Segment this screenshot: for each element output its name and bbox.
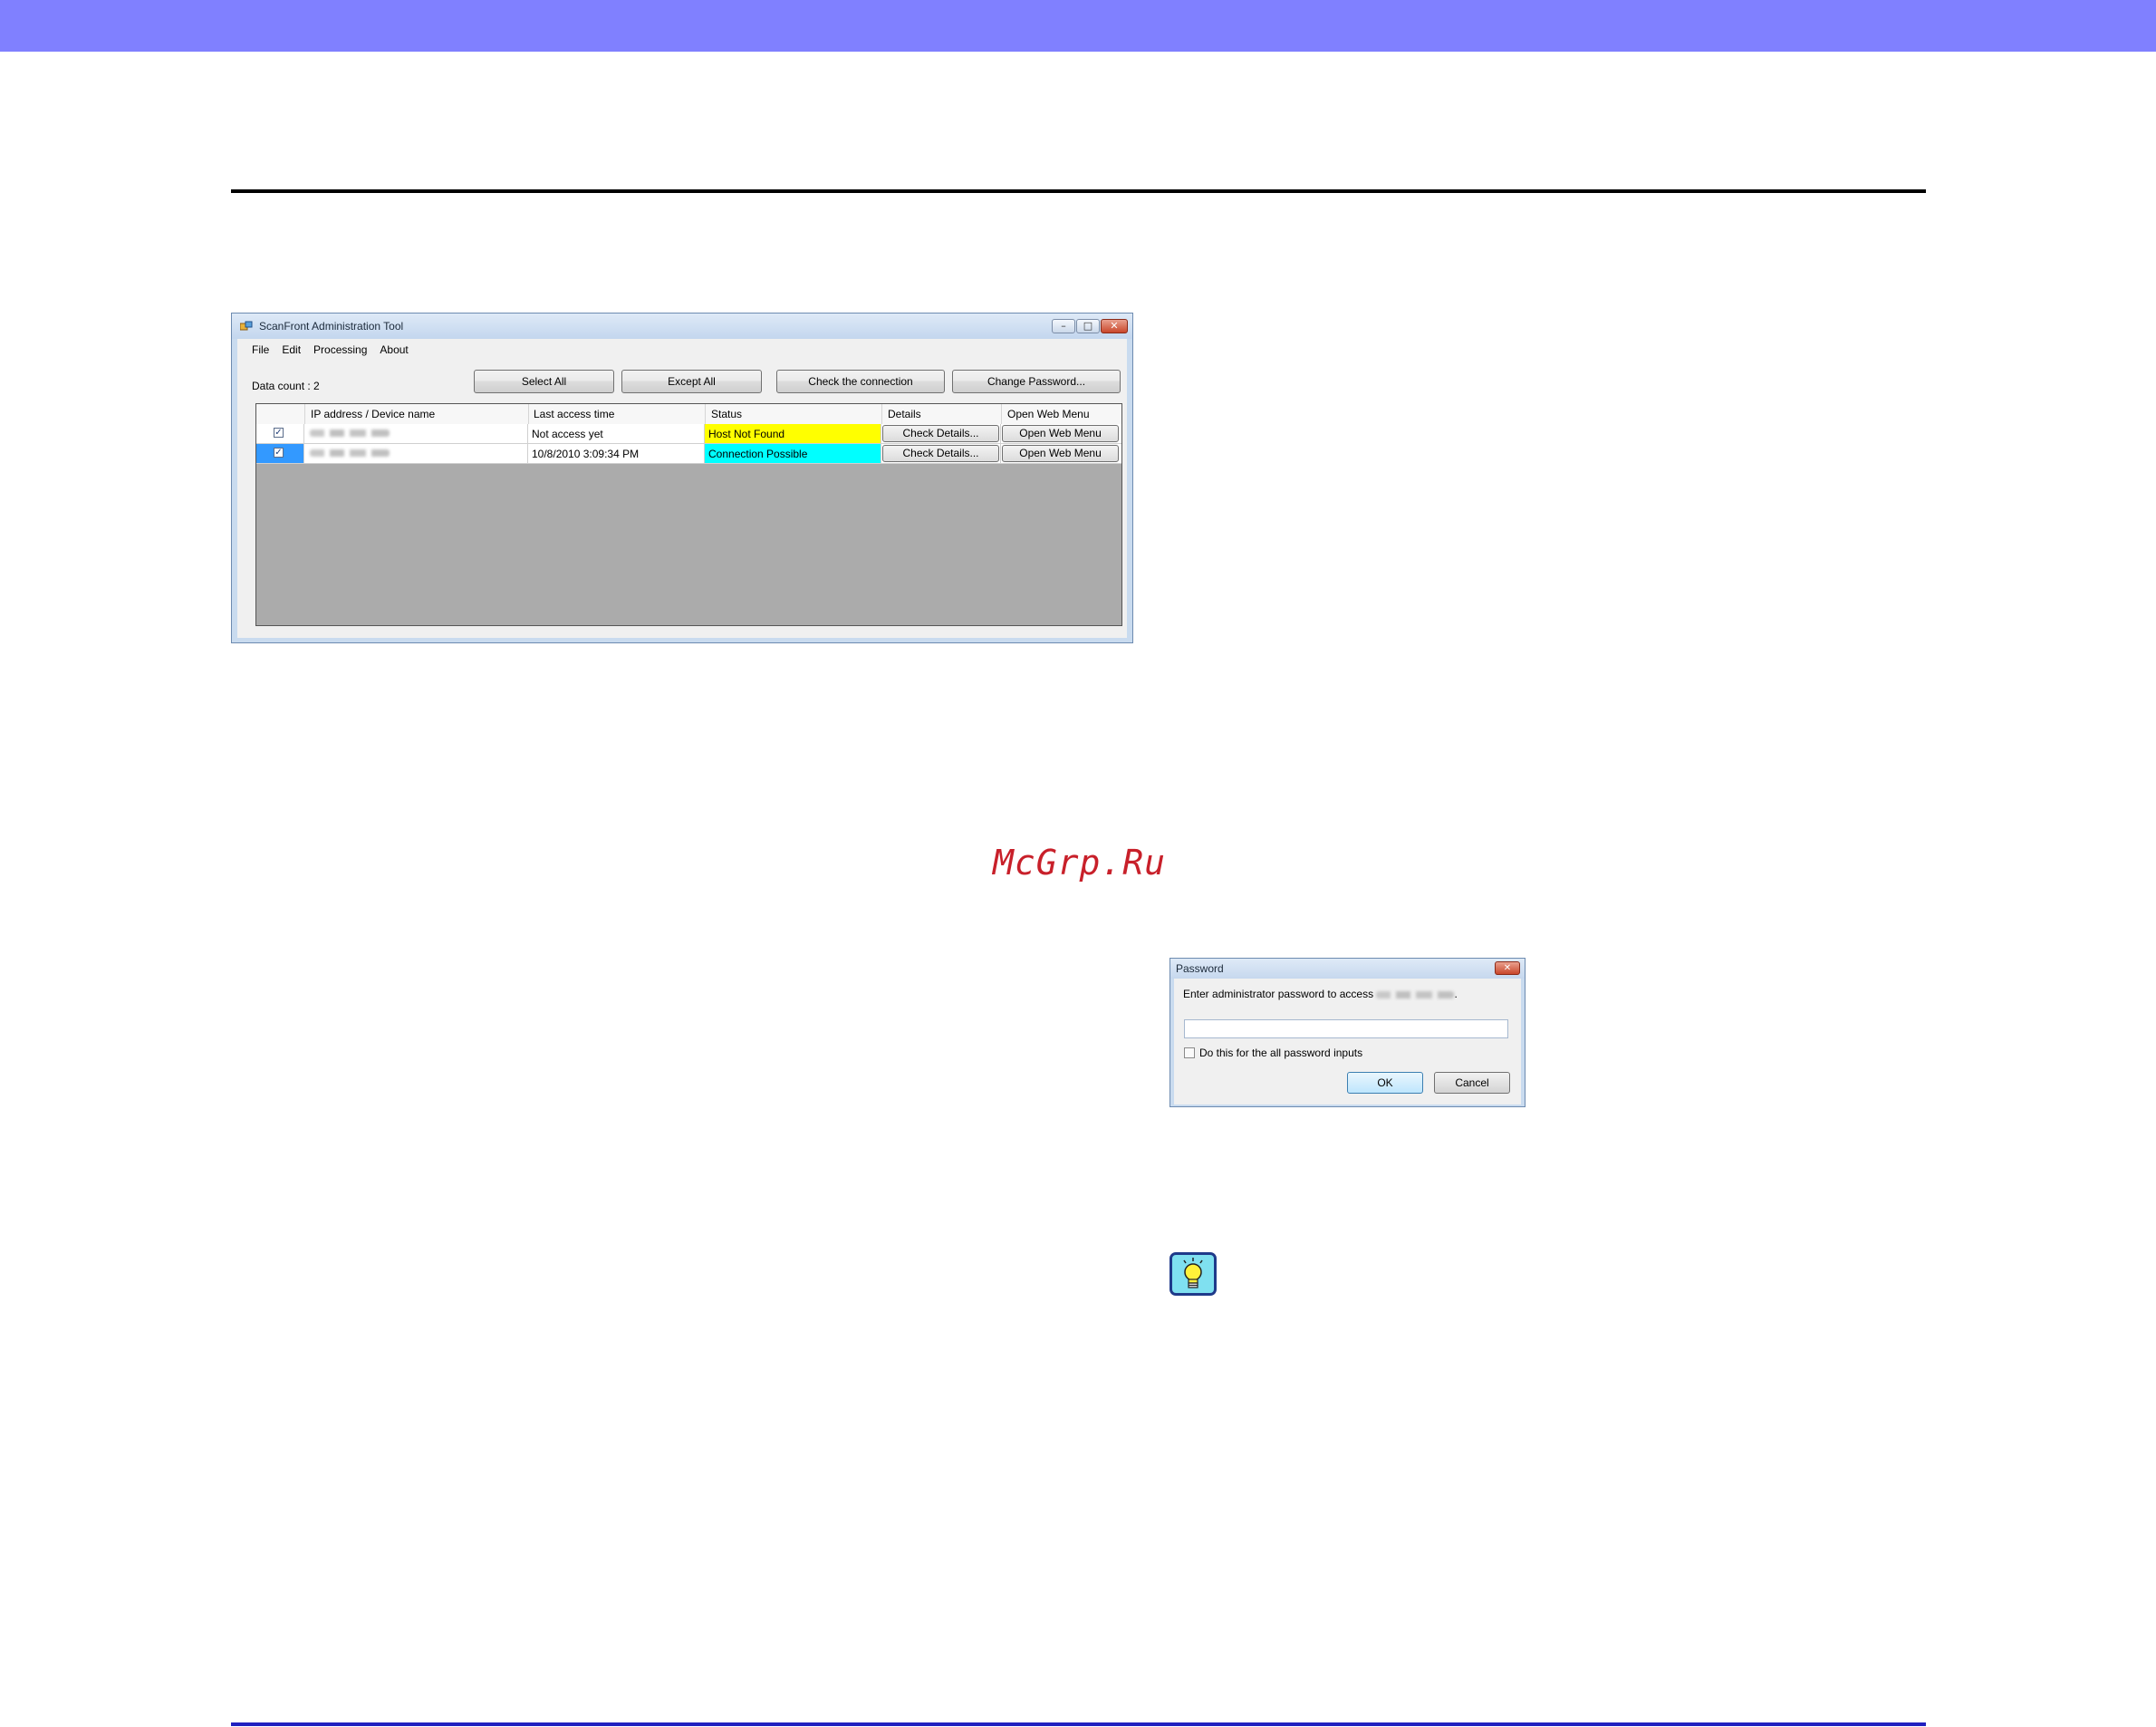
- web-menu-cell: Open Web Menu: [1001, 444, 1121, 463]
- ip-cell: [304, 444, 528, 463]
- prompt-text: Enter administrator password to access: [1183, 988, 1374, 1000]
- dialog-prompt: Enter administrator password to access .: [1183, 988, 1458, 1000]
- last-access-cell: Not access yet: [528, 424, 705, 443]
- password-input[interactable]: [1184, 1019, 1508, 1038]
- menu-bar: File Edit Processing About: [237, 339, 1127, 359]
- data-count-label: Data count : 2: [252, 380, 320, 392]
- row-checkbox[interactable]: ✓: [274, 428, 284, 438]
- window-client: File Edit Processing About Data count : …: [237, 339, 1127, 638]
- lightbulb-hint-icon: [1169, 1252, 1217, 1296]
- dialog-titlebar[interactable]: Password ✕: [1170, 959, 1525, 979]
- prompt-suffix: .: [1454, 988, 1458, 1000]
- except-all-button[interactable]: Except All: [621, 370, 762, 393]
- column-divider: [1001, 404, 1002, 424]
- column-divider: [705, 404, 706, 424]
- redacted-ip: [310, 429, 390, 437]
- dialog-title: Password: [1176, 962, 1224, 975]
- row-checkbox[interactable]: ✓: [274, 448, 284, 458]
- menu-about[interactable]: About: [380, 339, 408, 359]
- status-value: Host Not Found: [708, 428, 785, 440]
- checkbox-cell[interactable]: ✓: [256, 424, 304, 443]
- close-icon: ✕: [1110, 320, 1119, 332]
- check-connection-button[interactable]: Check the connection: [776, 370, 945, 393]
- app-icon: [240, 321, 253, 331]
- grid-header: IP address / Device name Last access tim…: [256, 404, 1121, 425]
- checkbox-cell[interactable]: ✓: [256, 444, 304, 463]
- column-header-details[interactable]: Details: [888, 408, 921, 420]
- header-band: [0, 0, 2156, 52]
- redacted-ip: [1376, 990, 1455, 999]
- ip-cell: [304, 424, 528, 443]
- last-access-value: 10/8/2010 3:09:34 PM: [532, 448, 640, 460]
- watermark-text: McGrp.Ru: [993, 843, 1167, 883]
- table-row[interactable]: ✓ 10/8/2010 3:09:34 PM Connection Possib…: [256, 444, 1121, 464]
- select-all-button[interactable]: Select All: [474, 370, 614, 393]
- column-header-last-access[interactable]: Last access time: [534, 408, 614, 420]
- maximize-icon: □: [1083, 320, 1093, 332]
- column-header-ip[interactable]: IP address / Device name: [311, 408, 435, 420]
- web-menu-cell: Open Web Menu: [1001, 424, 1121, 443]
- scanfront-admin-window: ScanFront Administration Tool – □ ✕ File…: [231, 313, 1133, 643]
- column-header-status[interactable]: Status: [711, 408, 742, 420]
- footer-rule: [231, 1722, 1926, 1726]
- status-value: Connection Possible: [708, 448, 808, 460]
- apply-all-checkbox[interactable]: [1184, 1047, 1195, 1058]
- apply-all-checkbox-label[interactable]: Do this for the all password inputs: [1199, 1047, 1362, 1059]
- window-titlebar[interactable]: ScanFront Administration Tool – □ ✕: [232, 314, 1132, 339]
- maximize-button[interactable]: □: [1076, 319, 1100, 333]
- last-access-cell: 10/8/2010 3:09:34 PM: [528, 444, 705, 463]
- password-dialog: Password ✕ Enter administrator password …: [1169, 958, 1526, 1107]
- menu-file[interactable]: File: [252, 339, 269, 359]
- close-icon: ✕: [1503, 963, 1512, 973]
- column-header-web-menu[interactable]: Open Web Menu: [1007, 408, 1090, 420]
- cancel-button[interactable]: Cancel: [1434, 1072, 1510, 1094]
- check-details-button[interactable]: Check Details...: [882, 445, 999, 462]
- last-access-value: Not access yet: [532, 428, 603, 440]
- device-grid: IP address / Device name Last access tim…: [255, 403, 1122, 626]
- close-button[interactable]: ✕: [1101, 319, 1128, 333]
- status-cell: Host Not Found: [705, 424, 881, 443]
- table-row[interactable]: ✓ Not access yet Host Not Found Check De…: [256, 424, 1121, 444]
- section-rule: [231, 189, 1926, 193]
- column-divider: [881, 404, 882, 424]
- menu-processing[interactable]: Processing: [313, 339, 367, 359]
- details-cell: Check Details...: [881, 444, 1001, 463]
- menu-edit[interactable]: Edit: [282, 339, 301, 359]
- ok-button[interactable]: OK: [1347, 1072, 1423, 1094]
- open-web-menu-button[interactable]: Open Web Menu: [1002, 425, 1119, 442]
- lightbulb-icon: [1183, 1258, 1203, 1288]
- minimize-icon: –: [1061, 320, 1066, 332]
- open-web-menu-button[interactable]: Open Web Menu: [1002, 445, 1119, 462]
- dialog-close-button[interactable]: ✕: [1495, 961, 1520, 975]
- dialog-client: Enter administrator password to access .…: [1174, 979, 1521, 1105]
- status-cell: Connection Possible: [705, 444, 881, 463]
- minimize-button[interactable]: –: [1052, 319, 1075, 333]
- check-details-button[interactable]: Check Details...: [882, 425, 999, 442]
- column-divider: [528, 404, 529, 424]
- redacted-ip: [310, 449, 390, 457]
- window-title: ScanFront Administration Tool: [259, 320, 404, 333]
- column-divider: [304, 404, 305, 424]
- change-password-button[interactable]: Change Password...: [952, 370, 1121, 393]
- details-cell: Check Details...: [881, 424, 1001, 443]
